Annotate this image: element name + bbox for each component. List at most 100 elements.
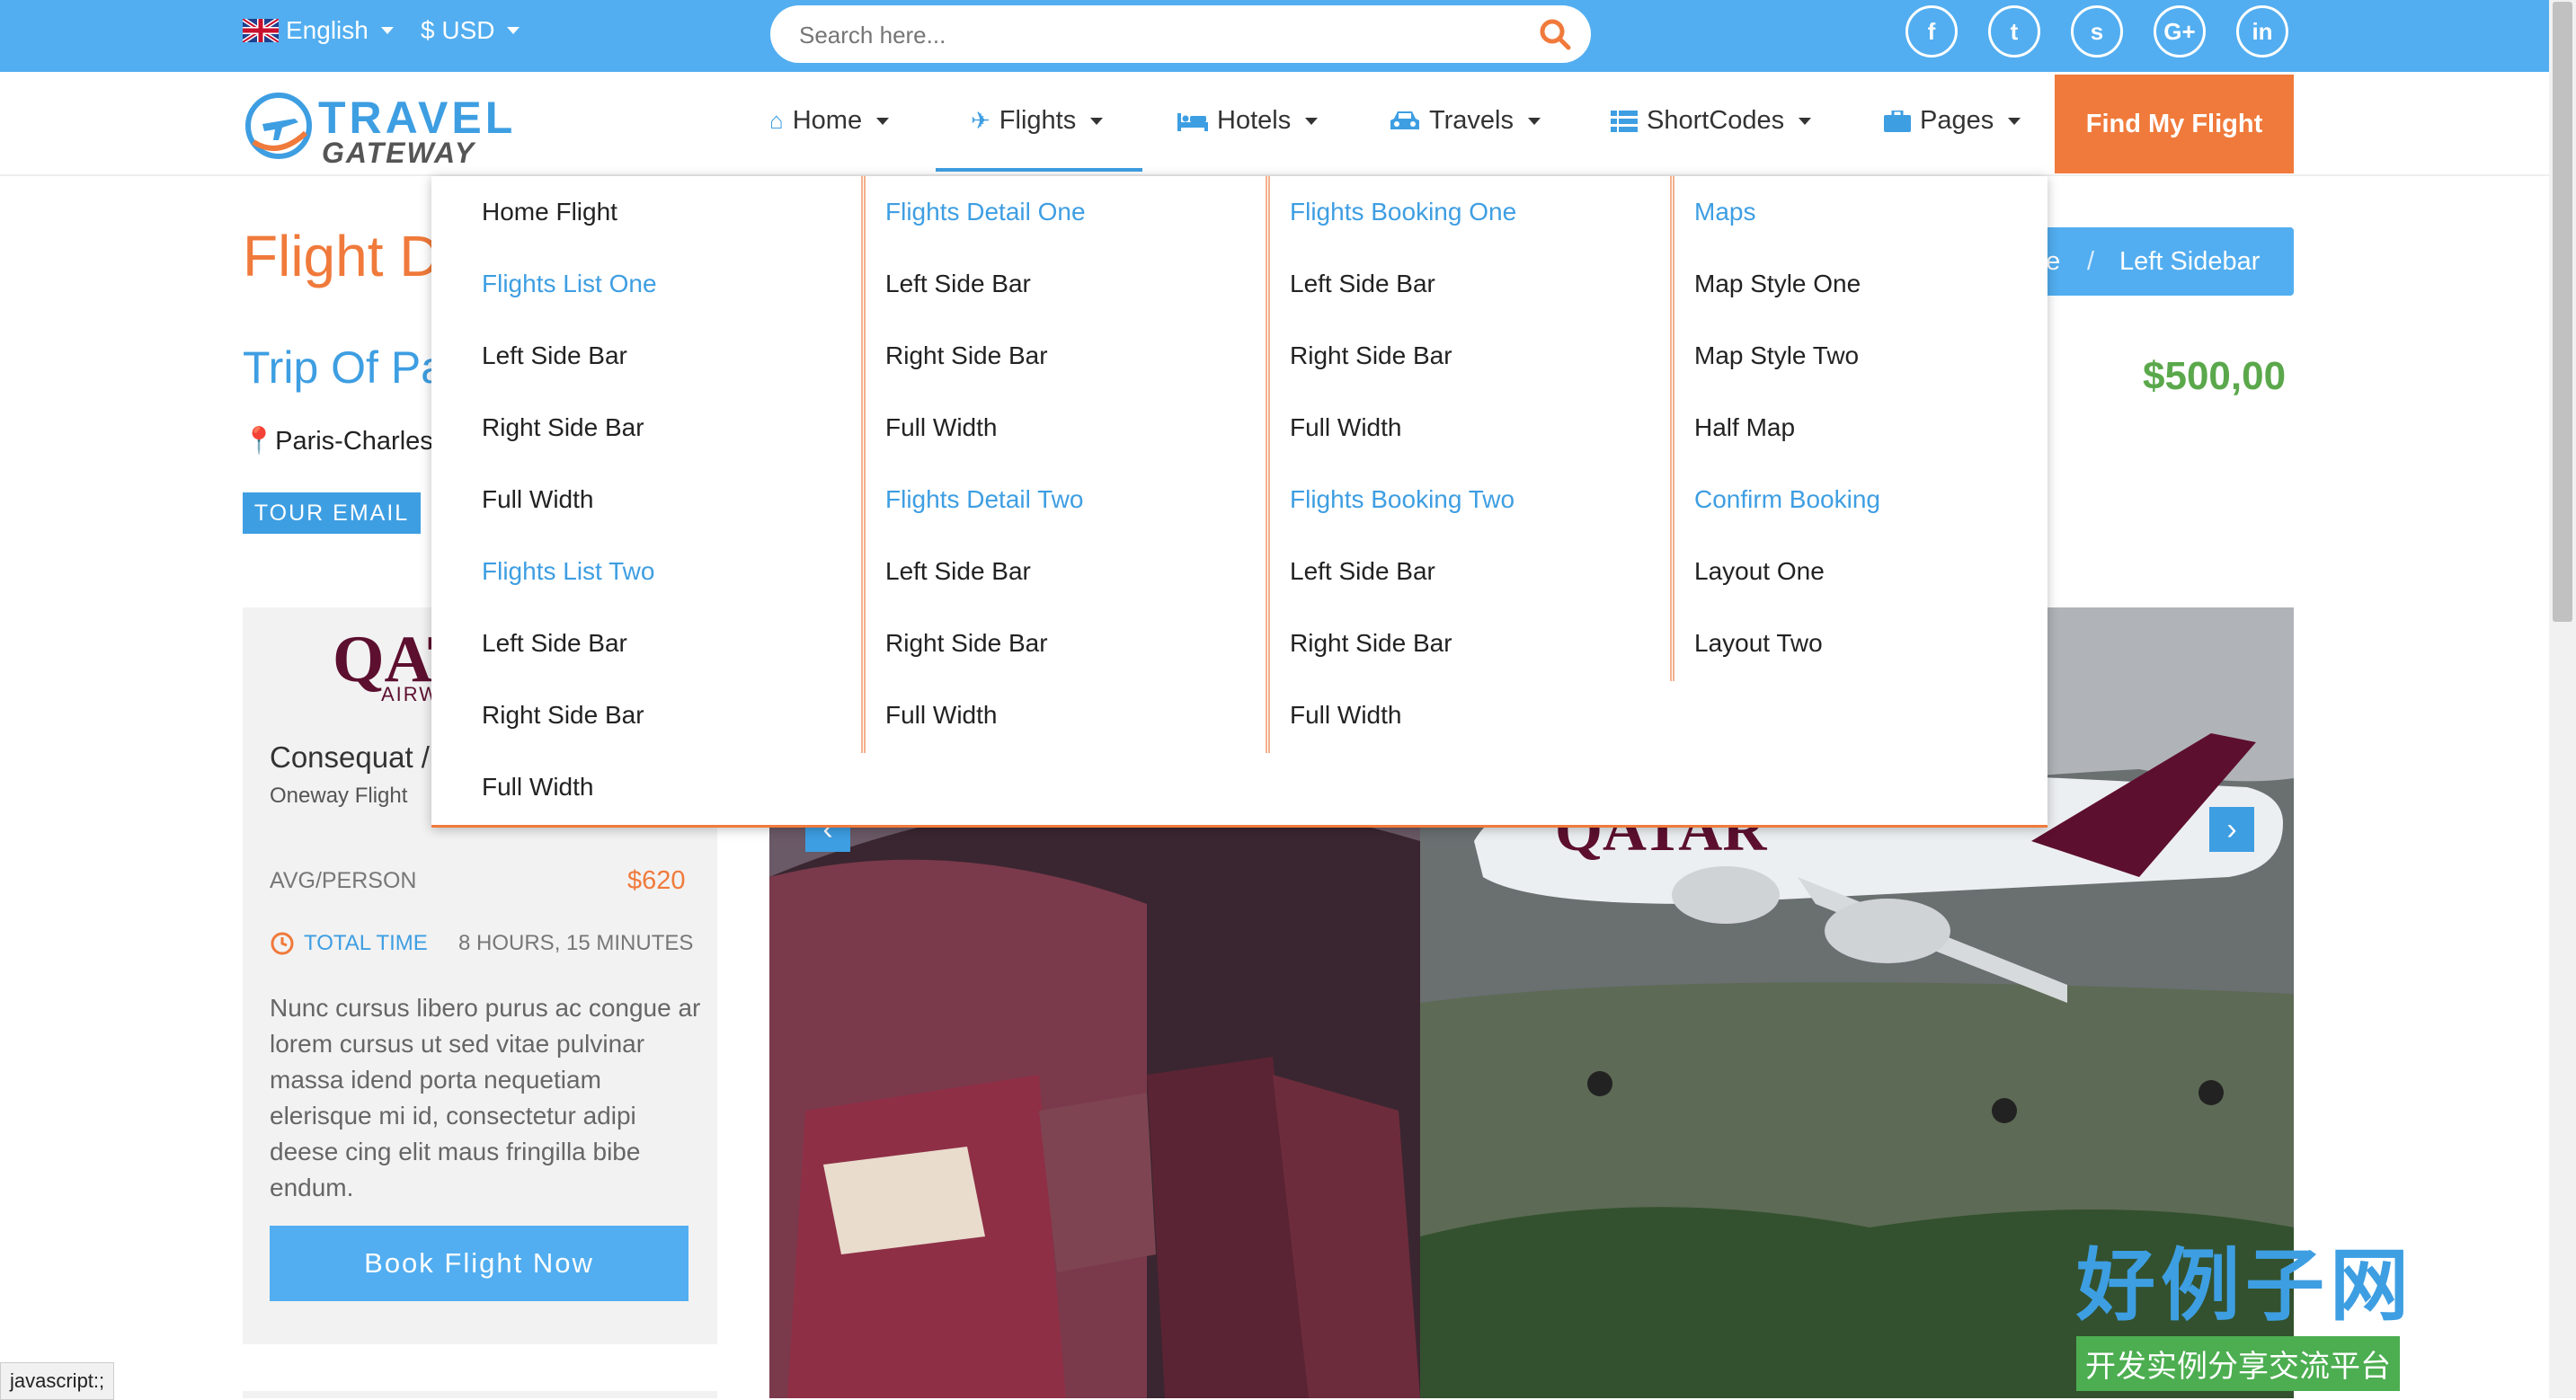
menu-item[interactable]: Left Side Bar (482, 629, 627, 658)
chevron-down-icon (507, 27, 520, 34)
car-icon (1390, 111, 1419, 129)
menu-divider (1670, 176, 1674, 681)
menu-item[interactable]: Left Side Bar (1290, 270, 1435, 298)
menu-heading[interactable]: Confirm Booking (1694, 485, 1880, 514)
menu-item[interactable]: Full Width (1290, 701, 1401, 730)
nav-shortcodes[interactable]: ShortCodes (1611, 106, 1812, 136)
nav-pages-label: Pages (1920, 106, 1994, 135)
search-icon[interactable] (1537, 16, 1573, 52)
currency-selector[interactable]: $ USD (421, 16, 520, 45)
trip-title: Trip Of Pa (243, 342, 446, 393)
menu-item[interactable]: Left Side Bar (885, 270, 1031, 298)
menu-item[interactable]: Left Side Bar (1290, 557, 1435, 586)
flights-mega-menu: Home Flight Flights List One Left Side B… (431, 176, 2047, 828)
flight-card-title[interactable]: Consequat / (270, 740, 430, 775)
nav-travels-label: Travels (1429, 106, 1514, 135)
language-selector[interactable]: English (243, 16, 394, 45)
flight-card-next (243, 1391, 717, 1398)
menu-item[interactable]: Right Side Bar (885, 341, 1048, 370)
search-input[interactable] (797, 14, 1502, 56)
twitter-icon[interactable]: t (1988, 5, 2040, 58)
chevron-down-icon (1528, 117, 1541, 125)
top-bar: English $ USD f t s G+ in (0, 0, 2549, 72)
page-title: Flight D (243, 224, 441, 288)
menu-item[interactable]: Right Side Bar (885, 629, 1048, 658)
avg-person-label: AVG/PERSON (270, 868, 417, 893)
linkedin-icon[interactable]: in (2236, 5, 2288, 58)
menu-divider (861, 176, 866, 753)
menu-item[interactable]: Right Side Bar (482, 701, 644, 730)
scrollbar[interactable] (2549, 0, 2576, 1398)
nav-travels[interactable]: Travels (1390, 106, 1541, 136)
menu-heading[interactable]: Flights Detail Two (885, 485, 1083, 514)
nav-flights-label: Flights (999, 106, 1077, 135)
total-time-text: TOTAL TIME (304, 931, 428, 955)
menu-heading[interactable]: Maps (1694, 198, 1755, 226)
avg-person-price: $620 (627, 866, 686, 895)
home-icon: ⌂ (769, 107, 784, 134)
total-time-label: TOTAL TIME (270, 931, 428, 956)
chevron-down-icon (1305, 117, 1319, 125)
tour-email-button[interactable]: TOUR EMAIL (243, 492, 421, 534)
list-icon (1611, 110, 1638, 132)
nav-pages[interactable]: Pages (1884, 106, 2021, 136)
nav-home[interactable]: ⌂ Home (769, 106, 890, 136)
bed-icon (1177, 112, 1208, 131)
menu-heading[interactable]: Flights List One (482, 270, 657, 298)
skype-icon[interactable]: s (2071, 5, 2123, 58)
chevron-down-icon (380, 27, 394, 34)
menu-heading[interactable]: Flights Detail One (885, 198, 1086, 226)
menu-item[interactable]: Full Width (482, 773, 593, 802)
breadcrumb-separator: / (2087, 247, 2095, 276)
google-plus-icon[interactable]: G+ (2154, 5, 2206, 58)
briefcase-icon (1884, 110, 1911, 132)
scrollbar-thumb[interactable] (2553, 2, 2572, 622)
menu-item[interactable]: Right Side Bar (482, 413, 644, 442)
language-label: English (286, 16, 369, 44)
plane-icon: ✈ (971, 107, 990, 134)
menu-item[interactable]: Map Style Two (1694, 341, 1859, 370)
flight-card-description: Nunc cursus libero purus ac congue ar lo… (270, 994, 701, 1201)
nav-shortcodes-label: ShortCodes (1647, 106, 1785, 135)
menu-item[interactable]: Half Map (1694, 413, 1795, 442)
breadcrumb-current: Left Sidebar (2119, 247, 2261, 276)
menu-item[interactable]: Left Side Bar (482, 341, 627, 370)
menu-item[interactable]: Map Style One (1694, 270, 1861, 298)
menu-item[interactable]: Layout Two (1694, 629, 1823, 658)
nav-hotels-label: Hotels (1217, 106, 1292, 135)
watermark-subtitle: 开发实例分享交流平台 (2076, 1336, 2400, 1391)
menu-item[interactable]: Full Width (885, 413, 997, 442)
logo-text-gateway: GATEWAY (322, 137, 476, 169)
menu-item[interactable]: Layout One (1694, 557, 1825, 586)
menu-item[interactable]: Left Side Bar (885, 557, 1031, 586)
menu-item[interactable]: Full Width (885, 701, 997, 730)
book-flight-button[interactable]: Book Flight Now (270, 1226, 688, 1301)
total-time-value: 8 HOURS, 15 MINUTES (458, 931, 694, 955)
menu-item[interactable]: Home Flight (482, 198, 617, 226)
find-my-flight-button[interactable]: Find My Flight (2055, 75, 2294, 173)
watermark: 好例子网 开发实例分享交流平台 (2076, 1222, 2499, 1391)
menu-heading[interactable]: Flights List Two (482, 557, 654, 586)
chevron-down-icon (1090, 117, 1104, 125)
menu-item[interactable]: Full Width (482, 485, 593, 514)
menu-item[interactable]: Full Width (1290, 413, 1401, 442)
nav-hotels[interactable]: Hotels (1177, 106, 1319, 136)
trip-price: $500,00 (2143, 354, 2287, 398)
menu-divider (1266, 176, 1270, 753)
watermark-title: 好例子网 (2076, 1241, 2415, 1330)
menu-heading[interactable]: Flights Booking One (1290, 198, 1516, 226)
location-text: Paris-Charles (275, 427, 433, 456)
menu-item[interactable]: Right Side Bar (1290, 341, 1452, 370)
active-nav-indicator (936, 168, 1142, 172)
menu-item[interactable]: Right Side Bar (1290, 629, 1452, 658)
facebook-icon[interactable]: f (1905, 5, 1958, 58)
chevron-down-icon (2008, 117, 2021, 125)
slider-next-button[interactable]: › (2209, 807, 2254, 852)
chevron-down-icon (876, 117, 890, 125)
nav-flights[interactable]: ✈ Flights (971, 106, 1104, 136)
currency-label: $ USD (421, 16, 495, 44)
map-marker-icon: 📍 (243, 427, 276, 456)
location-line: 📍Paris-Charles (243, 426, 433, 456)
menu-heading[interactable]: Flights Booking Two (1290, 485, 1515, 514)
chevron-down-icon (1799, 117, 1812, 125)
